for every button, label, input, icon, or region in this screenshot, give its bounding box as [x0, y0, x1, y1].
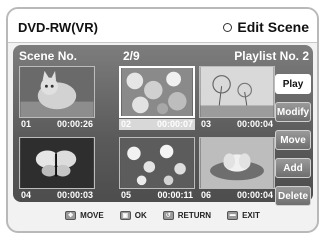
butterfly-icon: [20, 138, 94, 188]
disc-mode-label: DVD-RW(VR): [18, 20, 98, 35]
modify-button[interactable]: Modify: [275, 102, 311, 122]
scene-number-label: Scene No.: [19, 49, 78, 63]
scene-thumbnail-01[interactable]: [19, 66, 95, 118]
enter-key-icon: ▣: [119, 210, 131, 220]
title-bar: DVD-RW(VR) Edit Scene: [8, 9, 317, 43]
edit-scene-screen: DVD-RW(VR) Edit Scene Scene No. 2/9 Play…: [6, 7, 319, 233]
screen-title: Edit Scene: [223, 19, 309, 35]
scene-thumbnail-04[interactable]: [19, 137, 95, 189]
screen-title-text: Edit Scene: [237, 19, 309, 35]
return-key-icon: ↺: [162, 210, 174, 220]
lotus-icon: [200, 138, 274, 188]
scene-label-03: 03 00:00:04: [199, 119, 275, 130]
dandelion-icon: [200, 67, 274, 117]
scene-number: 03: [201, 119, 212, 129]
hint-move: ✥ MOVE: [65, 210, 104, 220]
scene-time: 00:00:04: [236, 119, 273, 129]
scene-number: 01: [21, 119, 32, 129]
blossoms-icon: [120, 138, 194, 188]
scene-thumbnail-02[interactable]: [119, 66, 195, 118]
hint-move-label: MOVE: [80, 210, 104, 220]
scene-thumbnail-03[interactable]: [199, 66, 275, 118]
add-button[interactable]: Add: [275, 158, 311, 178]
scene-number: 02: [121, 119, 132, 129]
hint-ok-label: OK: [134, 210, 147, 220]
scene-time: 00:00:07: [156, 119, 193, 129]
scene-label-02: 02 00:00:07: [119, 119, 195, 130]
flowers-icon: [121, 68, 193, 116]
scene-thumbnail-05[interactable]: [119, 137, 195, 189]
hint-exit-label: EXIT: [242, 210, 260, 220]
scene-panel: Scene No. 2/9 Playlist No. 2 01 00:00:26: [13, 45, 313, 206]
scene-thumbnail-06[interactable]: [199, 137, 275, 189]
circle-icon: [223, 22, 233, 32]
exit-key-icon: ▬: [227, 210, 239, 220]
hint-exit: ▬ EXIT: [227, 210, 260, 220]
hint-return: ↺ RETURN: [162, 210, 212, 220]
scene-time: 00:00:26: [56, 119, 93, 129]
playlist-number: Playlist No. 2: [234, 49, 309, 63]
key-guide-bar: ✥ MOVE ▣ OK ↺ RETURN ▬ EXIT: [8, 199, 317, 231]
play-button[interactable]: Play: [275, 74, 311, 94]
scene-label-01: 01 00:00:26: [19, 119, 95, 130]
hint-return-label: RETURN: [177, 210, 212, 220]
cat-icon: [20, 67, 94, 117]
page-indicator: 2/9: [123, 49, 140, 63]
move-button[interactable]: Move: [275, 130, 311, 150]
hint-ok: ▣ OK: [119, 210, 147, 220]
direction-keys-icon: ✥: [65, 210, 77, 220]
